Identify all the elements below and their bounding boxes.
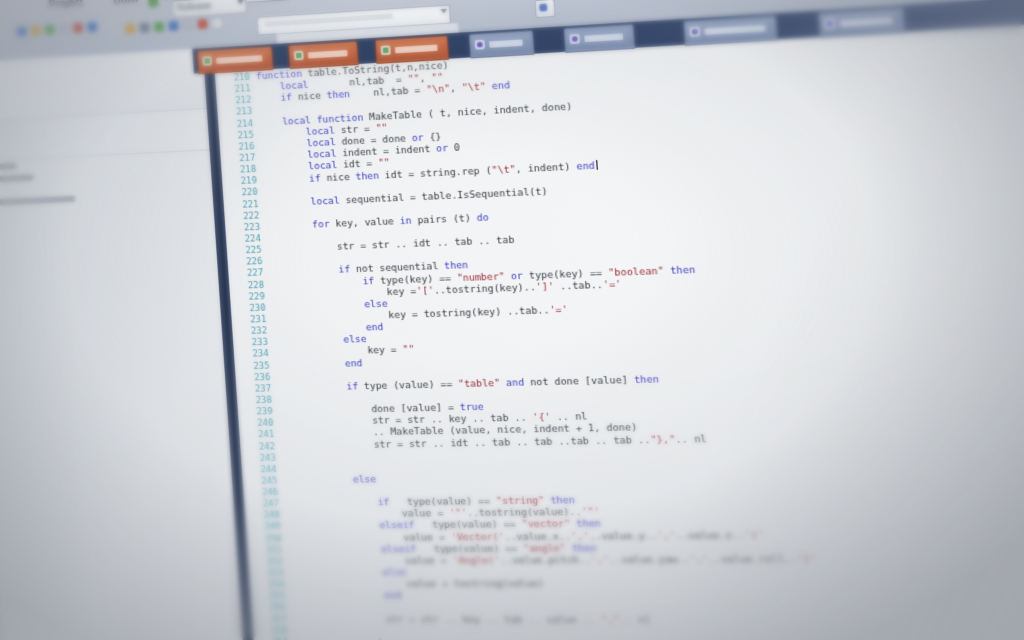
line-number: 257 (252, 615, 287, 627)
file-icon (202, 56, 212, 66)
tab-label-bar (840, 17, 893, 27)
document-tab[interactable] (469, 30, 535, 58)
toolbar-icon[interactable] (212, 18, 222, 28)
line-number: 234 (234, 349, 269, 361)
line-number: 258 (253, 626, 289, 638)
chevron-down-icon (440, 9, 447, 14)
document-tab[interactable] (563, 24, 635, 53)
line-number: 254 (249, 580, 284, 592)
line-number: 253 (249, 568, 284, 580)
tab-label-bar (489, 39, 523, 47)
line-number: 228 (229, 280, 264, 293)
file-icon (824, 18, 835, 29)
code-line[interactable] (292, 603, 820, 615)
file-icon (689, 27, 700, 37)
toolbar-icon[interactable] (17, 27, 27, 37)
toolbar-icon[interactable] (154, 22, 164, 32)
line-number: 252 (248, 557, 283, 569)
line-number: 241 (239, 430, 274, 442)
panel-item[interactable] (0, 196, 75, 206)
monitor-screen: Project Build Debug Release (0, 0, 1024, 640)
tab-label-bar (216, 55, 263, 64)
toolbar-icon[interactable] (183, 20, 193, 30)
line-number: 242 (240, 442, 275, 454)
line-number: 245 (242, 476, 277, 488)
tab-label-bar (704, 25, 765, 35)
code-line[interactable]: str = str .. key .. tab .. value .. ",".… (293, 615, 821, 628)
toolbar-icon[interactable] (140, 23, 150, 33)
line-number: 255 (250, 592, 285, 604)
line-number: 249 (245, 522, 280, 534)
code-line[interactable]: end (291, 591, 819, 603)
line-number: 233 (233, 338, 268, 350)
line-number: 256 (251, 603, 286, 615)
tab-label-bar (395, 45, 438, 54)
line-number: 247 (244, 499, 279, 511)
code-editor[interactable]: 2102112122132142152162172182192202212222… (215, 0, 1024, 640)
toolbar-icon[interactable] (125, 24, 135, 34)
line-number: 246 (243, 488, 278, 500)
toolbar-icon[interactable] (87, 22, 97, 32)
code-line[interactable]: value = tostring(value) (290, 579, 818, 592)
platform-dropdown[interactable] (244, 0, 292, 3)
panel-divider (0, 149, 210, 162)
text-caret (596, 160, 598, 170)
screen-photo: Project Build Debug Release (0, 0, 1024, 640)
menu-project[interactable]: Project (48, 0, 83, 11)
line-number: 243 (241, 453, 276, 465)
document-tab[interactable] (197, 46, 274, 74)
line-number: 220 (223, 188, 258, 201)
toolbar-icon[interactable] (73, 23, 83, 33)
panel-header (0, 48, 207, 122)
toolbar-icon[interactable] (31, 26, 41, 36)
menu-build[interactable]: Build (113, 0, 139, 7)
tool-icon (539, 4, 547, 12)
panel-item[interactable] (0, 174, 33, 182)
panel-item[interactable] (0, 163, 17, 170)
line-number: 236 (235, 372, 270, 384)
line-number: 227 (228, 269, 263, 282)
document-tab[interactable] (818, 8, 906, 39)
line-number: 248 (245, 511, 280, 523)
line-number: 238 (237, 395, 272, 407)
line-number: 229 (230, 292, 265, 305)
file-icon (294, 50, 304, 60)
code-lines[interactable]: function table.ToString(t,n,nice) local … (256, 41, 824, 640)
configuration-value: Release (177, 0, 212, 13)
file-icon (569, 34, 580, 44)
toolbar-icon[interactable] (59, 24, 69, 34)
line-number: 235 (234, 361, 269, 373)
configuration-dropdown[interactable]: Release (171, 0, 247, 18)
code-line[interactable]: value = 'Angle('..value.pitch..','..valu… (289, 554, 817, 568)
toolbar-icon[interactable] (45, 25, 55, 35)
line-number: 240 (238, 419, 273, 431)
toolbar-icon[interactable] (198, 19, 208, 29)
search-text-bar (264, 13, 393, 26)
document-tab[interactable] (288, 41, 359, 69)
tab-label-bar (308, 50, 348, 59)
line-number: 232 (232, 326, 267, 339)
line-number: 244 (242, 465, 277, 477)
toolbar-button[interactable] (534, 0, 555, 18)
run-icon[interactable] (148, 0, 158, 7)
line-number: 239 (238, 407, 273, 419)
line-number: 250 (246, 534, 281, 546)
line-number: 237 (236, 384, 271, 396)
file-icon (380, 45, 390, 55)
file-icon (475, 40, 486, 50)
tab-label-bar (584, 33, 623, 42)
chevron-down-icon (237, 0, 244, 5)
toolbar-icon[interactable] (169, 21, 179, 31)
document-tab[interactable] (375, 35, 450, 64)
line-number: 251 (247, 545, 282, 557)
